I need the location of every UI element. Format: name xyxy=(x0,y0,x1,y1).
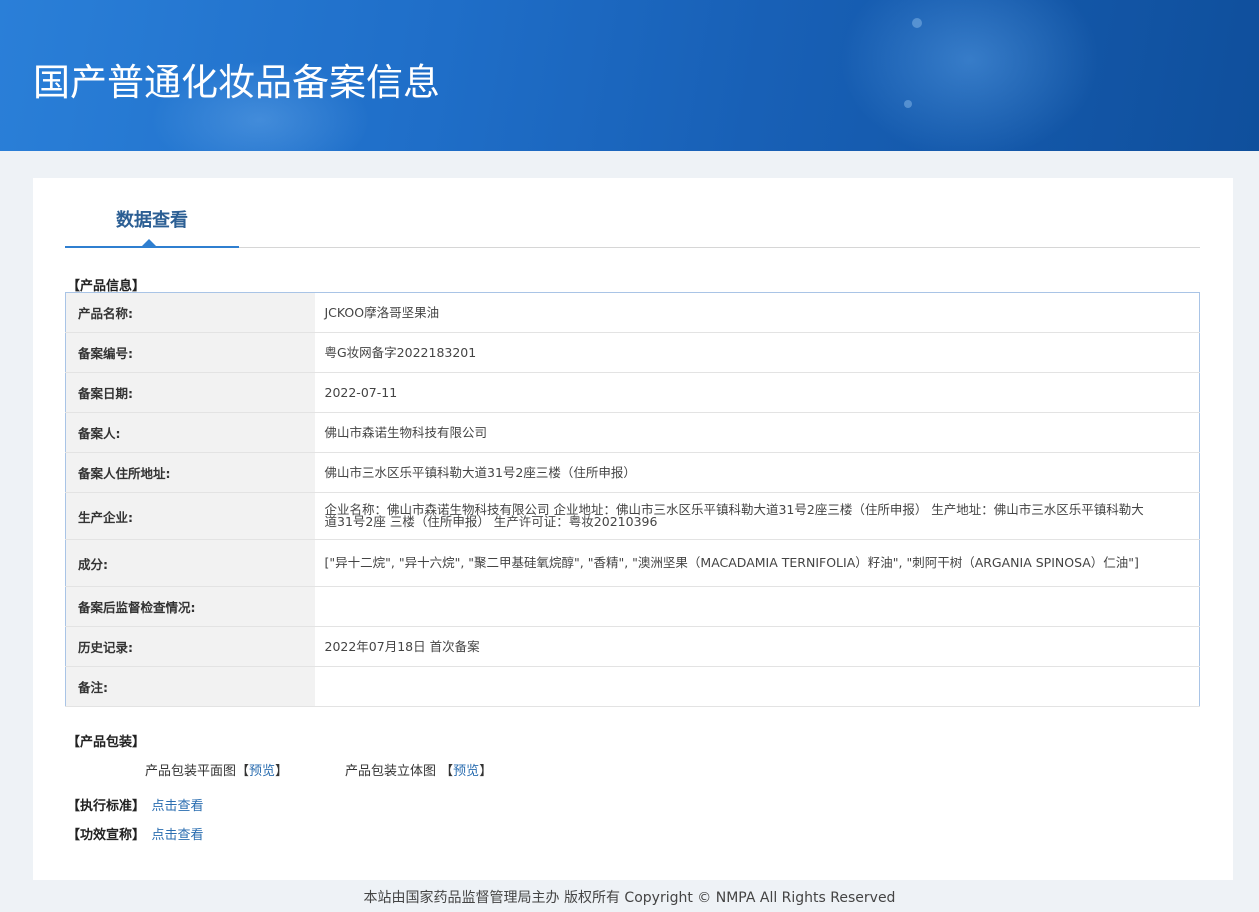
product-info-table: 产品名称: JCKOO摩洛哥坚果油 备案编号: 粤G妆网备字2022183201… xyxy=(65,292,1200,707)
banner-decoration xyxy=(912,18,922,28)
table-row: 备注: xyxy=(65,666,1200,707)
packaging-flat-label: 产品包装平面图 xyxy=(145,764,237,779)
row-value: 佛山市森诺生物科技有限公司 xyxy=(314,412,1200,453)
table-row: 历史记录: 2022年07月18日 首次备案 xyxy=(65,626,1200,667)
section-title-standard: 【执行标准】 xyxy=(67,799,146,814)
table-row: 备案日期: 2022-07-11 xyxy=(65,372,1200,413)
row-value: 2022年07月18日 首次备案 xyxy=(314,626,1200,667)
preview-stereo-link[interactable]: 预览 xyxy=(453,764,479,779)
row-value: JCKOO摩洛哥坚果油 xyxy=(314,292,1200,333)
row-value: ["异十二烷", "异十六烷", "聚二甲基硅氧烷醇", "香精", "澳洲坚果… xyxy=(314,539,1200,587)
table-row: 产品名称: JCKOO摩洛哥坚果油 xyxy=(65,292,1200,333)
standard-view-link[interactable]: 点击查看 xyxy=(152,799,204,814)
row-label: 备注: xyxy=(65,666,315,707)
row-value: 2022-07-11 xyxy=(314,372,1200,413)
preview-flat-link[interactable]: 预览 xyxy=(249,764,275,779)
header-banner: 国产普通化妆品备案信息 xyxy=(0,0,1259,151)
section-standard: 【执行标准】 点击查看 xyxy=(67,795,204,814)
row-value: 粤G妆网备字2022183201 xyxy=(314,332,1200,373)
row-label: 历史记录: xyxy=(65,626,315,667)
packaging-stereo: 产品包装立体图 【预览】 xyxy=(345,760,492,779)
row-label: 备案日期: xyxy=(65,372,315,413)
table-row: 生产企业: 企业名称：佛山市森诺生物科技有限公司 企业地址：佛山市三水区乐平镇科… xyxy=(65,492,1200,540)
section-efficacy: 【功效宣称】 点击查看 xyxy=(67,824,204,843)
row-value: 企业名称：佛山市森诺生物科技有限公司 企业地址：佛山市三水区乐平镇科勒大道31号… xyxy=(314,492,1200,540)
row-value: 佛山市三水区乐平镇科勒大道31号2座三楼（住所申报） xyxy=(314,452,1200,493)
bracket-open: 【 xyxy=(236,764,250,779)
tab-data-view-label: 数据查看 xyxy=(116,210,188,231)
bracket-close: 】 xyxy=(479,764,493,779)
section-title-packaging: 【产品包装】 xyxy=(67,735,146,750)
row-label: 成分: xyxy=(65,539,315,587)
tab-active-indicator xyxy=(142,239,156,246)
section-title-efficacy: 【功效宣称】 xyxy=(67,828,146,843)
row-label: 备案人: xyxy=(65,412,315,453)
efficacy-view-link[interactable]: 点击查看 xyxy=(152,828,204,843)
row-label: 产品名称: xyxy=(65,292,315,333)
row-label: 备案人住所地址: xyxy=(65,452,315,493)
banner-decoration xyxy=(904,100,912,108)
table-row: 备案人: 佛山市森诺生物科技有限公司 xyxy=(65,412,1200,453)
table-row: 备案编号: 粤G妆网备字2022183201 xyxy=(65,332,1200,373)
footer-copyright: 本站由国家药品监督管理局主办 版权所有 Copyright © NMPA All… xyxy=(363,890,896,906)
content-card: 数据查看 【产品信息】 产品名称: JCKOO摩洛哥坚果油 备案编号: 粤G妆网… xyxy=(33,178,1233,880)
table-row: 成分: ["异十二烷", "异十六烷", "聚二甲基硅氧烷醇", "香精", "… xyxy=(65,539,1200,587)
tab-bar: 数据查看 xyxy=(65,178,1200,248)
packaging-flat: 产品包装平面图【预览】 xyxy=(145,760,288,779)
row-value xyxy=(314,586,1200,627)
row-value xyxy=(314,666,1200,707)
page-title: 国产普通化妆品备案信息 xyxy=(33,61,440,104)
table-row: 备案人住所地址: 佛山市三水区乐平镇科勒大道31号2座三楼（住所申报） xyxy=(65,452,1200,493)
bracket-open: 【 xyxy=(440,764,454,779)
tab-data-view[interactable]: 数据查看 xyxy=(65,178,239,248)
packaging-stereo-label: 产品包装立体图 xyxy=(345,764,437,779)
row-label: 备案后监督检查情况: xyxy=(65,586,315,627)
row-label: 生产企业: xyxy=(65,492,315,540)
table-row: 备案后监督检查情况: xyxy=(65,586,1200,627)
bracket-close: 】 xyxy=(275,764,289,779)
row-label: 备案编号: xyxy=(65,332,315,373)
banner-glow xyxy=(840,0,1100,151)
